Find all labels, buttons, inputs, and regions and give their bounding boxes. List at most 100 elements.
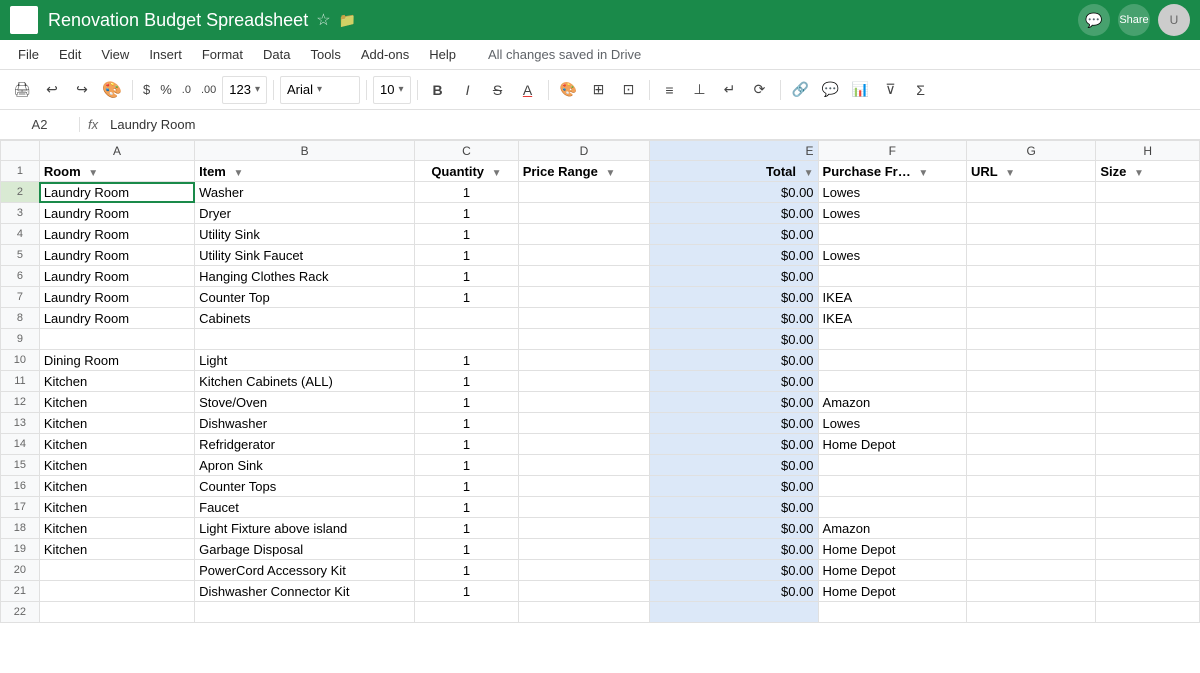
- print-button[interactable]: 🖨: [8, 76, 36, 104]
- cell-h16[interactable]: [1096, 476, 1200, 497]
- cell-g19[interactable]: [966, 539, 1095, 560]
- cell-e4[interactable]: $0.00: [650, 224, 818, 245]
- cell-b16[interactable]: Counter Tops: [195, 476, 415, 497]
- cell-h20[interactable]: [1096, 560, 1200, 581]
- cell-h8[interactable]: [1096, 308, 1200, 329]
- cell-b21[interactable]: Dishwasher Connector Kit: [195, 581, 415, 602]
- cell-d21[interactable]: [518, 581, 650, 602]
- cell-d3[interactable]: [518, 203, 650, 224]
- cell-g7[interactable]: [966, 287, 1095, 308]
- cell-b13[interactable]: Dishwasher: [195, 413, 415, 434]
- cell-h15[interactable]: [1096, 455, 1200, 476]
- cell-e19[interactable]: $0.00: [650, 539, 818, 560]
- comments-btn[interactable]: 💬: [1078, 4, 1110, 36]
- cell-f15[interactable]: [818, 455, 966, 476]
- cell-g4[interactable]: [966, 224, 1095, 245]
- menu-view[interactable]: View: [93, 43, 137, 66]
- cell-h22[interactable]: [1096, 602, 1200, 623]
- cell-f17[interactable]: [818, 497, 966, 518]
- col-header-a[interactable]: A: [39, 141, 194, 161]
- menu-data[interactable]: Data: [255, 43, 298, 66]
- cell-d4[interactable]: [518, 224, 650, 245]
- cell-f19[interactable]: Home Depot: [818, 539, 966, 560]
- cell-e2[interactable]: $0.00: [650, 182, 818, 203]
- cell-g16[interactable]: [966, 476, 1095, 497]
- cell-e7[interactable]: $0.00: [650, 287, 818, 308]
- decimal-more[interactable]: .00: [197, 84, 220, 96]
- cell-d7[interactable]: [518, 287, 650, 308]
- cell-b9[interactable]: [195, 329, 415, 350]
- cell-g5[interactable]: [966, 245, 1095, 266]
- cell-f6[interactable]: [818, 266, 966, 287]
- fill-color-button[interactable]: 🎨: [555, 76, 583, 104]
- cell-e13[interactable]: $0.00: [650, 413, 818, 434]
- cell-f8[interactable]: IKEA: [818, 308, 966, 329]
- cell-f9[interactable]: [818, 329, 966, 350]
- cell-b10[interactable]: Light: [195, 350, 415, 371]
- cell-b1[interactable]: Item ▼: [195, 161, 415, 182]
- star-icon[interactable]: ☆: [316, 10, 330, 30]
- cell-f3[interactable]: Lowes: [818, 203, 966, 224]
- cell-a8[interactable]: Laundry Room: [39, 308, 194, 329]
- document-title[interactable]: Renovation Budget Spreadsheet: [48, 10, 308, 31]
- cell-h4[interactable]: [1096, 224, 1200, 245]
- cell-g13[interactable]: [966, 413, 1095, 434]
- cell-d6[interactable]: [518, 266, 650, 287]
- menu-edit[interactable]: Edit: [51, 43, 89, 66]
- cell-h7[interactable]: [1096, 287, 1200, 308]
- link-button[interactable]: 🔗: [787, 76, 815, 104]
- formula-content[interactable]: Laundry Room: [106, 117, 1200, 132]
- font-size-dropdown[interactable]: 10▾: [373, 76, 411, 104]
- cell-e8[interactable]: $0.00: [650, 308, 818, 329]
- cell-b11[interactable]: Kitchen Cabinets (ALL): [195, 371, 415, 392]
- cell-e1[interactable]: Total ▼: [650, 161, 818, 182]
- align-v-button[interactable]: ⊥: [686, 76, 714, 104]
- cell-f1[interactable]: Purchase Fr… ▼: [818, 161, 966, 182]
- cell-a13[interactable]: Kitchen: [39, 413, 194, 434]
- cell-c20[interactable]: 1: [415, 560, 519, 581]
- cell-a22[interactable]: [39, 602, 194, 623]
- cell-c10[interactable]: 1: [415, 350, 519, 371]
- cell-d20[interactable]: [518, 560, 650, 581]
- cell-g22[interactable]: [966, 602, 1095, 623]
- cell-g6[interactable]: [966, 266, 1095, 287]
- decimal-less[interactable]: .0: [178, 84, 195, 96]
- cell-e14[interactable]: $0.00: [650, 434, 818, 455]
- cell-c19[interactable]: 1: [415, 539, 519, 560]
- cell-b15[interactable]: Apron Sink: [195, 455, 415, 476]
- cell-e10[interactable]: $0.00: [650, 350, 818, 371]
- cell-e22[interactable]: [650, 602, 818, 623]
- cell-d22[interactable]: [518, 602, 650, 623]
- cell-f5[interactable]: Lowes: [818, 245, 966, 266]
- cell-c7[interactable]: 1: [415, 287, 519, 308]
- cell-b20[interactable]: PowerCord Accessory Kit: [195, 560, 415, 581]
- cell-e15[interactable]: $0.00: [650, 455, 818, 476]
- menu-format[interactable]: Format: [194, 43, 251, 66]
- cell-b14[interactable]: Refridgerator: [195, 434, 415, 455]
- cell-h1[interactable]: Size ▼: [1096, 161, 1200, 182]
- rotate-button[interactable]: ⟳: [746, 76, 774, 104]
- menu-tools[interactable]: Tools: [302, 43, 348, 66]
- cell-c21[interactable]: 1: [415, 581, 519, 602]
- col-header-e[interactable]: E: [650, 141, 818, 161]
- dollar-format[interactable]: $: [139, 82, 154, 97]
- cell-d1[interactable]: Price Range ▼: [518, 161, 650, 182]
- cell-a6[interactable]: Laundry Room: [39, 266, 194, 287]
- cell-a18[interactable]: Kitchen: [39, 518, 194, 539]
- cell-h12[interactable]: [1096, 392, 1200, 413]
- cell-a21[interactable]: [39, 581, 194, 602]
- cell-b5[interactable]: Utility Sink Faucet: [195, 245, 415, 266]
- cell-h14[interactable]: [1096, 434, 1200, 455]
- cell-f2[interactable]: Lowes: [818, 182, 966, 203]
- number-format-dropdown[interactable]: 123▾: [222, 76, 267, 104]
- cell-d8[interactable]: [518, 308, 650, 329]
- text-wrap-button[interactable]: ↵: [716, 76, 744, 104]
- cell-b18[interactable]: Light Fixture above island: [195, 518, 415, 539]
- cell-f13[interactable]: Lowes: [818, 413, 966, 434]
- redo-button[interactable]: ↪: [68, 76, 96, 104]
- cell-d17[interactable]: [518, 497, 650, 518]
- user-avatar[interactable]: U: [1158, 4, 1190, 36]
- cell-f18[interactable]: Amazon: [818, 518, 966, 539]
- cell-b12[interactable]: Stove/Oven: [195, 392, 415, 413]
- cell-b19[interactable]: Garbage Disposal: [195, 539, 415, 560]
